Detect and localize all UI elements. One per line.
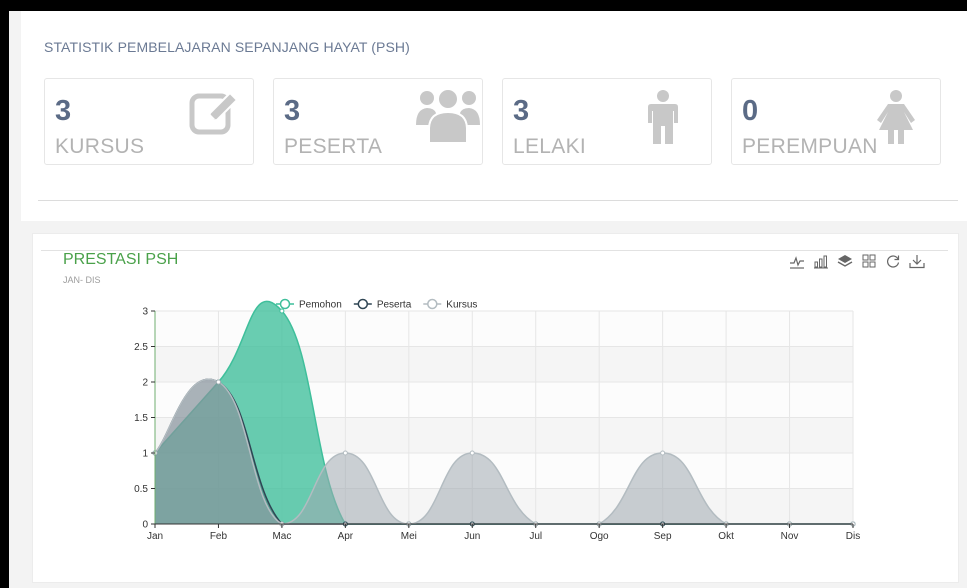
x-tick-label: Feb [210, 531, 228, 542]
point-kursus[interactable] [215, 379, 221, 385]
x-tick-label: Mei [401, 531, 417, 542]
section-title: STATISTIK PEMBELAJARAN SEPANJANG HAYAT (… [44, 39, 410, 55]
x-tick-label: Apr [338, 531, 354, 542]
x-tick-label: Jun [464, 531, 480, 542]
x-tick-label: Jul [529, 531, 542, 542]
legend-marker [427, 298, 438, 310]
stat-label: PEREMPUAN [742, 135, 878, 158]
stat-value: 3 [284, 95, 301, 127]
x-tick-label: Sep [654, 531, 672, 542]
legend-marker [279, 298, 291, 310]
dashboard-frame: STATISTIK PEMBELAJARAN SEPANJANG HAYAT (… [9, 11, 967, 588]
edit-icon [189, 91, 239, 135]
point-kursus[interactable] [342, 450, 348, 456]
users-icon [416, 88, 480, 144]
legend-label: Pemohon [299, 300, 342, 311]
stat-value: 3 [55, 95, 72, 127]
stats-panel: STATISTIK PEMBELAJARAN SEPANJANG HAYAT (… [21, 11, 967, 221]
y-tick-label: 1.5 [134, 413, 148, 424]
y-tick-label: 1 [142, 449, 148, 460]
stat-card-peserta[interactable]: 3 PESERTA [273, 78, 483, 165]
x-tick-label: Mac [272, 531, 291, 542]
y-tick-label: 2.5 [134, 342, 148, 353]
stat-card-perempuan[interactable]: 0 PEREMPUAN [731, 78, 941, 165]
point-kursus[interactable] [660, 450, 666, 456]
y-tick-label: 0.5 [134, 484, 148, 495]
male-icon [648, 90, 678, 144]
x-tick-label: Okt [718, 531, 734, 542]
y-tick-label: 2 [142, 378, 148, 389]
legend-label: Peserta [377, 300, 412, 311]
stat-value: 0 [742, 95, 759, 127]
x-tick-label: Dis [846, 531, 860, 542]
stat-value: 3 [513, 95, 530, 127]
point-pemohon[interactable] [279, 308, 285, 314]
area-chart: 0 0.5 1 1.5 2 2.5 3 Jan Feb Mac Apr Mei Jun Jul Ogo Sep… [134, 298, 860, 542]
stat-label: KURSUS [55, 135, 145, 158]
stat-card-lelaki[interactable]: 3 LELAKI [502, 78, 712, 165]
legend-label: Kursus [446, 300, 477, 311]
stat-label: LELAKI [513, 135, 587, 158]
legend-item-kursus[interactable]: Kursus [423, 298, 477, 311]
x-tick-label: Nov [781, 531, 799, 542]
chart-panel: PRESTASI PSH JAN- DIS 0 0.5 1 1.5 2 2.5 … [32, 233, 959, 583]
stat-card-kursus[interactable]: 3 KURSUS [44, 78, 254, 165]
x-tick-label: Jan [147, 531, 163, 542]
female-icon [877, 90, 915, 144]
divider [38, 200, 958, 201]
point-kursus[interactable] [469, 450, 475, 456]
legend-marker [357, 298, 369, 310]
legend-item-pemohon[interactable]: Pemohon [276, 298, 342, 311]
x-tick-label: Ogo [590, 531, 609, 542]
stat-label: PESERTA [284, 135, 383, 158]
y-tick-label: 3 [142, 307, 148, 318]
legend-item-peserta[interactable]: Peserta [353, 298, 412, 311]
y-tick-label: 0 [142, 520, 148, 531]
